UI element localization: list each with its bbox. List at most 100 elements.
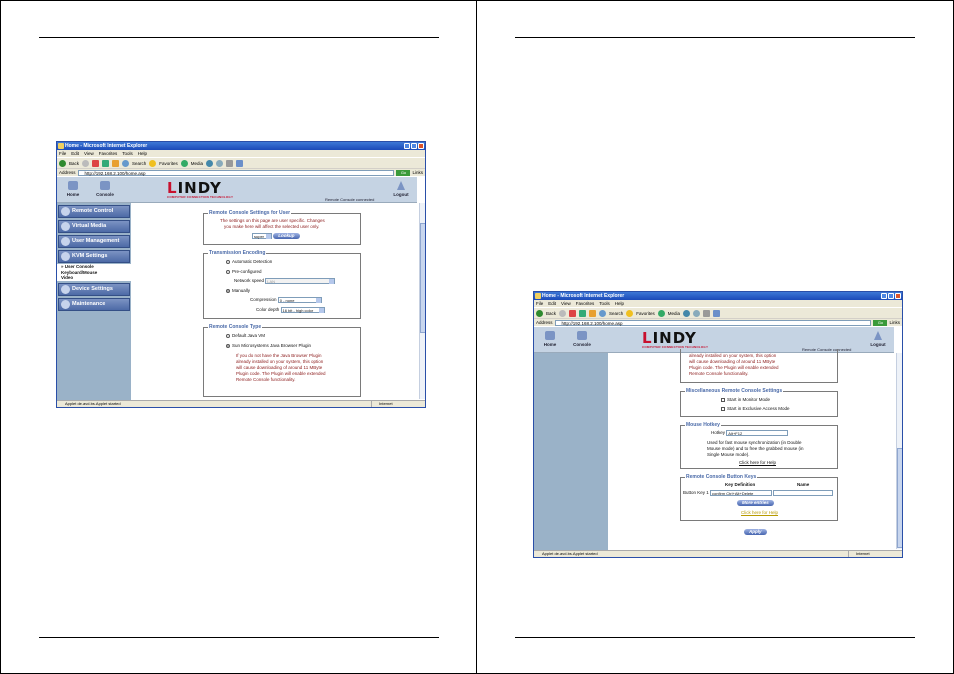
nav-console[interactable]: Console [572, 331, 592, 347]
sidebar-item-device-settings[interactable]: Device Settings [58, 282, 130, 296]
console-icon [577, 331, 587, 340]
search-icon[interactable] [122, 159, 130, 167]
sidebar-item-user-management[interactable]: User Management [58, 235, 130, 248]
sidebar-item-remote-control[interactable]: Remote Control [58, 205, 130, 218]
nav-home[interactable]: Home [540, 331, 560, 347]
mail-icon[interactable] [693, 309, 701, 317]
edit-icon[interactable] [236, 159, 244, 167]
media-label[interactable]: Media [668, 311, 680, 316]
refresh-icon[interactable] [102, 159, 110, 167]
maximize-button[interactable] [888, 293, 894, 299]
monitor-mode-checkbox[interactable] [721, 397, 725, 402]
menu-tools[interactable]: Tools [122, 150, 133, 157]
manual-radio[interactable] [226, 288, 230, 293]
hotkey-desc-3: Single Mouse mode). [707, 452, 750, 457]
menu-edit[interactable]: Edit [71, 150, 79, 157]
more-entries-button[interactable]: More entries [737, 500, 774, 506]
nav-home[interactable]: Home [63, 181, 83, 197]
back-label[interactable]: Back [69, 161, 79, 166]
history-icon[interactable] [683, 309, 691, 317]
address-input[interactable]: http://192.168.2.100/home.asp [554, 319, 872, 326]
forward-icon[interactable] [559, 309, 567, 317]
menu-file[interactable]: File [536, 300, 543, 307]
back-label[interactable]: Back [546, 311, 556, 316]
netspeed-select[interactable]: LAN [265, 278, 336, 284]
button-key-1-input[interactable]: confirm Ctrl+Alt+Delete [710, 490, 773, 496]
print-icon[interactable] [703, 309, 711, 317]
links-button[interactable]: Links [889, 320, 900, 325]
logout-button[interactable]: Logout [868, 331, 888, 347]
exclusive-mode-checkbox[interactable] [721, 406, 725, 411]
favorites-icon[interactable] [149, 159, 157, 167]
edit-icon[interactable] [713, 309, 721, 317]
scrollbar[interactable] [896, 353, 902, 549]
preconf-radio[interactable] [226, 269, 230, 274]
close-button[interactable] [895, 293, 901, 299]
mail-icon[interactable] [216, 159, 224, 167]
menu-view[interactable]: View [561, 300, 571, 307]
colordepth-select[interactable]: 16 bit - high color [280, 307, 325, 313]
home-icon[interactable] [589, 309, 597, 317]
sidebar-item-kvm-settings[interactable]: KVM Settings [58, 250, 130, 263]
scrollbar-thumb[interactable] [897, 448, 902, 548]
scrollbar-thumb[interactable] [420, 223, 425, 333]
history-icon[interactable] [206, 159, 214, 167]
user-select[interactable]: super [252, 233, 273, 239]
search-label[interactable]: Search [609, 311, 623, 316]
menu-favorites[interactable]: Favorites [99, 150, 118, 157]
media-label[interactable]: Media [191, 161, 203, 166]
minimize-button[interactable] [404, 143, 410, 149]
sub-item-video[interactable]: Video [57, 275, 131, 281]
go-button[interactable]: Go [396, 169, 411, 176]
menu-view[interactable]: View [84, 150, 94, 157]
apply-button[interactable]: Apply [744, 529, 767, 535]
button-key-1-name-input[interactable] [773, 490, 834, 496]
logo-tagline: COMPUTER CONNECTION TECHNOLOGY [167, 195, 234, 199]
auto-radio[interactable] [226, 259, 230, 264]
media-icon[interactable] [180, 159, 188, 167]
menu-file[interactable]: File [59, 150, 66, 157]
ie-icon [58, 143, 64, 149]
home-icon[interactable] [112, 159, 120, 167]
favorites-icon[interactable] [626, 309, 634, 317]
favorites-label[interactable]: Favorites [159, 161, 178, 166]
go-button[interactable]: Go [873, 319, 888, 326]
scrollbar[interactable] [419, 203, 425, 399]
minimize-button[interactable] [881, 293, 887, 299]
hotkey-help-link[interactable]: Click here for Help [739, 460, 776, 465]
lookup-button[interactable]: Lookup [273, 233, 300, 239]
nav-console[interactable]: Console [95, 181, 115, 197]
menu-help[interactable]: Help [615, 300, 624, 307]
menu-tools[interactable]: Tools [599, 300, 610, 307]
favorites-label[interactable]: Favorites [636, 311, 655, 316]
address-input[interactable]: http://192.168.2.100/home.asp [77, 169, 395, 176]
back-icon[interactable] [59, 159, 66, 167]
stop-icon[interactable] [92, 159, 100, 167]
status-text: Applet de.avd.bs.Applet started [65, 401, 121, 406]
menu-help[interactable]: Help [138, 150, 147, 157]
sidebar-item-virtual-media[interactable]: Virtual Media [58, 220, 130, 233]
hotkey-input[interactable]: Alt+F12 [726, 430, 789, 436]
menu-favorites[interactable]: Favorites [576, 300, 595, 307]
stop-icon[interactable] [569, 309, 577, 317]
sun-plugin-radio[interactable] [226, 343, 230, 348]
plugin-text-3: will cause downloading of around 11 MByt… [236, 365, 323, 370]
links-button[interactable]: Links [412, 170, 423, 175]
refresh-icon[interactable] [579, 309, 587, 317]
forward-icon[interactable] [82, 159, 90, 167]
print-icon[interactable] [226, 159, 234, 167]
compression-select[interactable]: 0 - none [277, 297, 322, 303]
media-icon[interactable] [657, 309, 665, 317]
search-label[interactable]: Search [132, 161, 146, 166]
maximize-button[interactable] [411, 143, 417, 149]
close-button[interactable] [418, 143, 424, 149]
search-icon[interactable] [599, 309, 607, 317]
button-keys-help-link[interactable]: Click here for Help [741, 510, 778, 515]
back-icon[interactable] [536, 309, 543, 317]
menu-edit[interactable]: Edit [548, 300, 556, 307]
transmission-legend: Transmission Encoding [208, 250, 267, 256]
menu-bar: File Edit View Favorites Tools Help [534, 300, 902, 307]
logout-button[interactable]: Logout [391, 181, 411, 197]
sidebar-item-maintenance[interactable]: Maintenance [58, 297, 130, 311]
default-jvm-radio[interactable] [226, 333, 230, 338]
